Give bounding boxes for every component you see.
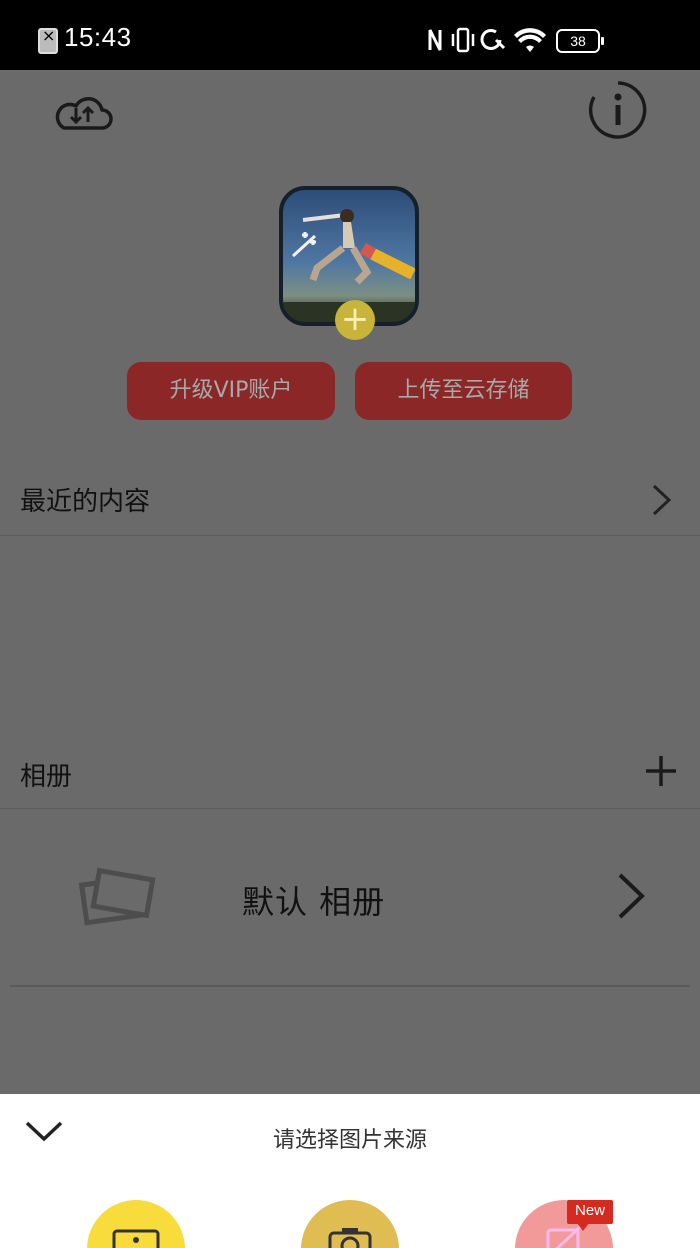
- album-name: 默认 相册: [242, 883, 386, 921]
- status-time: 15:43: [64, 22, 132, 52]
- vibrate-icon: [451, 27, 475, 53]
- upload-cloud-button[interactable]: 上传至云存储: [355, 362, 572, 420]
- chevron-right-icon: [618, 873, 645, 919]
- status-bar: 15:43 38: [0, 0, 700, 70]
- battery-indicator: 38: [556, 29, 604, 53]
- recent-title: 最近的内容: [20, 487, 151, 517]
- recent-section-header[interactable]: 最近的内容: [0, 463, 700, 536]
- image-source-sheet: 请选择图片来源 New: [0, 1094, 700, 1248]
- chevron-right-icon: [652, 484, 672, 516]
- nfc-icon: [428, 29, 442, 51]
- add-photo-icon[interactable]: +: [335, 300, 375, 340]
- albums-section-header: 相册: [0, 738, 700, 809]
- sync-icon: [480, 29, 506, 50]
- albums-title: 相册: [20, 762, 73, 792]
- album-list-item[interactable]: 默认 相册: [0, 809, 700, 985]
- sim-icon: [38, 26, 58, 54]
- info-icon[interactable]: [588, 80, 648, 140]
- new-badge: New: [567, 1200, 613, 1231]
- add-album-icon[interactable]: [644, 754, 678, 788]
- upgrade-vip-button[interactable]: 升级VIP账户: [127, 362, 335, 420]
- album-placeholder-icon: [78, 867, 156, 926]
- cloud-sync-icon[interactable]: [50, 90, 114, 134]
- camera-source-button[interactable]: [301, 1200, 399, 1248]
- profile-avatar[interactable]: +: [279, 186, 419, 340]
- gallery-icon: [112, 1229, 160, 1248]
- wifi-icon: [514, 28, 546, 52]
- main-content: + 升级VIP账户 上传至云存储 最近的内容 相册 默认 相册: [0, 70, 700, 1094]
- divider: [10, 985, 690, 987]
- sheet-title: 请选择图片来源: [272, 1128, 427, 1153]
- gallery-source-button[interactable]: [87, 1200, 185, 1248]
- status-icons: [428, 27, 546, 53]
- camera-icon: [328, 1228, 372, 1248]
